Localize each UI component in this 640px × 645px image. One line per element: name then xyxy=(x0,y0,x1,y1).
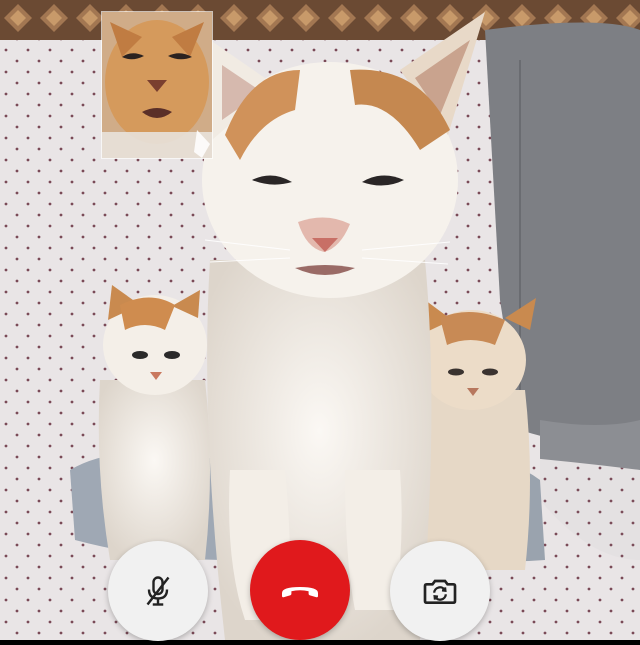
mute-button[interactable] xyxy=(108,541,208,641)
self-view-feed xyxy=(102,12,212,158)
self-view-preview[interactable] xyxy=(101,11,213,159)
mic-off-icon xyxy=(146,576,170,606)
kitten-right xyxy=(418,298,536,570)
end-call-button[interactable] xyxy=(250,540,350,640)
switch-camera-button[interactable] xyxy=(390,541,490,641)
phone-hangup-icon xyxy=(282,587,318,598)
kitten-left xyxy=(98,285,210,560)
camera-switch-icon xyxy=(423,579,457,604)
